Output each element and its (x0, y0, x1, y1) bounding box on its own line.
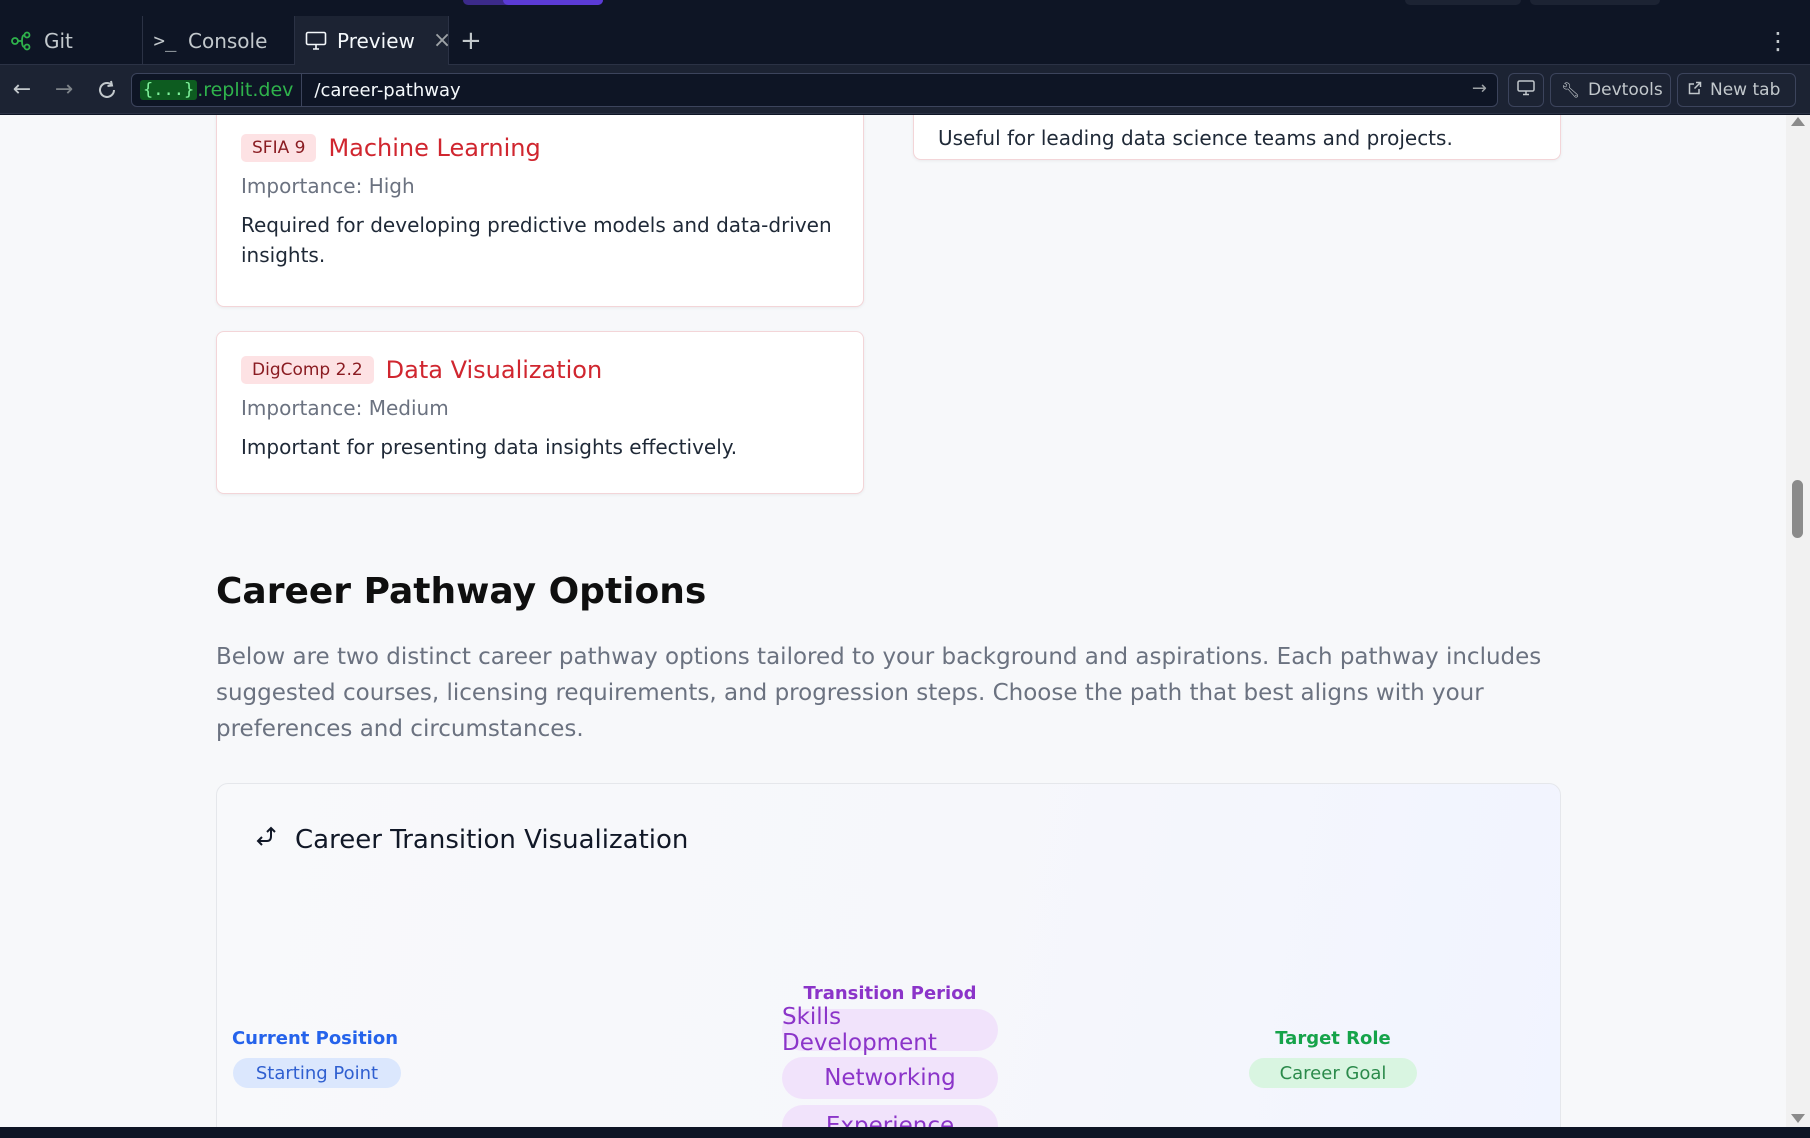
git-branch-icon (8, 28, 34, 54)
framework-badge: SFIA 9 (241, 134, 317, 162)
skill-description: Useful for leading data science teams an… (938, 126, 1453, 150)
go-arrow-icon[interactable]: → (1472, 78, 1487, 99)
more-menu-icon[interactable]: ⋮ (1766, 16, 1790, 65)
career-transition-visualization: Career Transition Visualization Current … (216, 783, 1561, 1127)
devtools-button[interactable]: 🔧︎ Devtools (1550, 73, 1671, 107)
scroll-up-icon[interactable] (1791, 117, 1805, 126)
tab-label: Preview (337, 28, 415, 53)
target-role-label: Target Role (1275, 1028, 1391, 1049)
devtools-label: Devtools (1588, 80, 1663, 100)
monitor-icon (305, 28, 327, 54)
starting-point-tag: Starting Point (233, 1058, 401, 1088)
scroll-down-icon[interactable] (1791, 1114, 1805, 1123)
skill-importance: Importance: High (241, 174, 415, 198)
section-intro: Below are two distinct career pathway op… (216, 644, 1542, 742)
skill-card: Useful for leading data science teams an… (913, 115, 1561, 160)
preview-url-bar: ← → {...} .replit.dev /career-pathway → … (0, 65, 1810, 114)
trend-arrow-icon (255, 824, 281, 856)
wrench-icon: 🔧︎ (1561, 81, 1581, 99)
transition-step: Networking (782, 1057, 998, 1099)
preview-scrollbar[interactable] (1786, 115, 1810, 1127)
url-path-input[interactable]: /career-pathway (314, 80, 460, 101)
skill-title: Machine Learning (328, 134, 541, 162)
career-goal-tag: Career Goal (1249, 1058, 1417, 1088)
skill-description: Important for presenting data insights e… (241, 435, 738, 459)
tab-label: Git (44, 28, 73, 53)
replit-host: {...} .replit.dev (132, 74, 303, 106)
skill-card: DigComp 2.2 Data Visualization Importanc… (216, 331, 864, 494)
tab-git[interactable]: Git (8, 16, 142, 65)
address-bar[interactable]: {...} .replit.dev /career-pathway → (131, 73, 1498, 107)
ide-top-strip (0, 0, 1810, 16)
back-icon[interactable]: ← (4, 65, 40, 114)
visualization-header: Career Transition Visualization (255, 824, 688, 856)
section-title: Career Pathway Options (216, 571, 707, 612)
framework-badge: DigComp 2.2 (241, 356, 374, 384)
skill-description: Required for developing predictive model… (241, 213, 832, 267)
monitor-icon (1517, 79, 1535, 101)
skill-card-header: SFIA 9 Machine Learning (241, 134, 839, 162)
top-control[interactable] (1530, 0, 1660, 5)
tab-preview[interactable]: Preview × (295, 16, 451, 65)
tab-divider (448, 16, 449, 65)
top-control[interactable] (1405, 0, 1521, 5)
ide-bottom-strip (0, 1127, 1810, 1138)
current-position-label: Current Position (231, 1028, 399, 1049)
scrollbar-thumb[interactable] (1792, 480, 1803, 538)
tab-label: Console (188, 28, 268, 53)
ide-tab-bar: Git >_ Console Preview × (0, 16, 1810, 65)
transition-step: Experience (782, 1105, 998, 1127)
terminal-icon: >_ (153, 29, 177, 52)
new-tab-button[interactable]: New tab (1677, 73, 1796, 107)
skill-card-header: DigComp 2.2 Data Visualization (241, 356, 839, 384)
reload-icon[interactable] (89, 65, 125, 114)
preview-viewport: Useful for leading data science teams an… (0, 115, 1810, 1127)
transition-step: Skills Development (782, 1004, 998, 1056)
tab-console[interactable]: >_ Console (152, 16, 294, 65)
skill-card: SFIA 9 Machine Learning Importance: High… (216, 115, 864, 307)
skill-importance: Importance: Medium (241, 396, 449, 420)
transition-period-label: Transition Period (803, 983, 977, 1004)
add-tab-button[interactable]: + (460, 16, 482, 65)
tab-divider (142, 16, 143, 65)
device-toggle-button[interactable] (1508, 73, 1544, 107)
host-domain: .replit.dev (197, 79, 294, 101)
forward-icon[interactable]: → (46, 65, 82, 114)
new-tab-label: New tab (1710, 80, 1781, 100)
host-brace: {...} (140, 80, 198, 100)
visualization-title: Career Transition Visualization (295, 825, 689, 855)
skill-title: Data Visualization (385, 356, 603, 384)
external-link-icon (1688, 81, 1702, 99)
workspace-indicator-active (503, 0, 603, 5)
